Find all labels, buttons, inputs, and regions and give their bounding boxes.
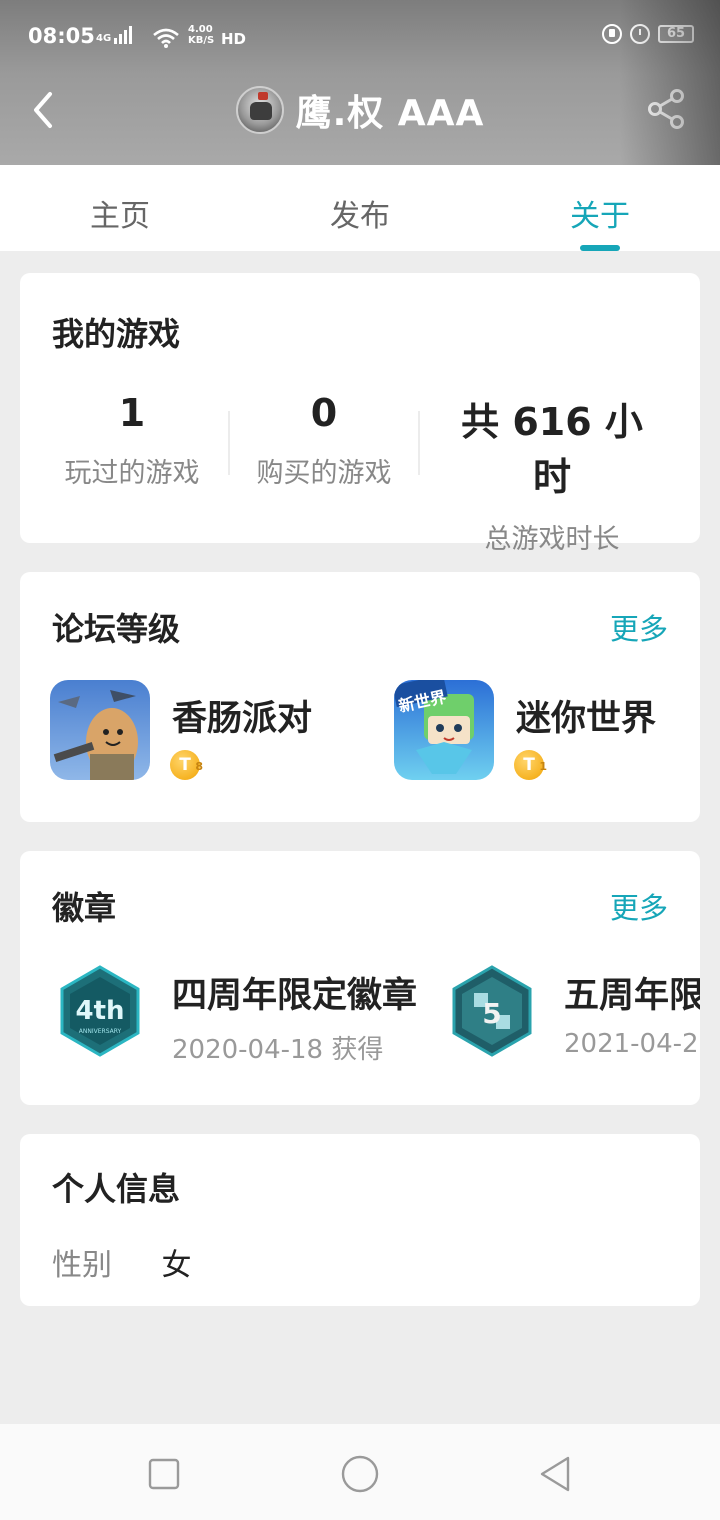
share-icon[interactable] bbox=[646, 88, 688, 130]
played-games-label: 玩过的游戏 bbox=[64, 458, 200, 489]
wifi-icon bbox=[153, 28, 179, 48]
profile-title-group: 鹰.权 AAA bbox=[0, 84, 720, 136]
forum-game-name: 香肠派对 bbox=[172, 699, 313, 739]
my-games-card: 我的游戏 1 玩过的游戏 0 购买的游戏 共 616 小时 总游戏时长 bbox=[20, 273, 700, 555]
tab-about[interactable]: 关于 bbox=[480, 165, 720, 251]
network-type: 4G bbox=[96, 33, 112, 44]
anniversary-5th-badge-icon: 5 bbox=[452, 965, 532, 1057]
played-games-stat[interactable]: 1 玩过的游戏 bbox=[62, 391, 202, 490]
cellular-signal-icon: 4G bbox=[96, 26, 133, 44]
forum-level-title: 论坛等级 bbox=[52, 610, 181, 648]
personal-info-title: 个人信息 bbox=[52, 1170, 181, 1208]
level-badge-icon: T 8 bbox=[170, 750, 203, 780]
personal-info-card: 个人信息 性别 女 bbox=[20, 1134, 700, 1306]
gender-value: 女 bbox=[161, 1248, 192, 1283]
forum-level-card: 论坛等级 更多 香肠派对 T 8 新世界 迷你世界 T 1 bbox=[20, 572, 700, 822]
hd-indicator: HD bbox=[221, 30, 247, 48]
badge-name: 五周年限 bbox=[564, 976, 700, 1016]
forum-level-more-link[interactable]: 更多 bbox=[610, 606, 668, 648]
gender-row: 性别 女 bbox=[52, 1240, 192, 1284]
level-badge-icon: T 1 bbox=[514, 750, 547, 780]
tab-posts[interactable]: 发布 bbox=[240, 165, 480, 251]
status-time: 08:05 bbox=[28, 24, 95, 48]
badge-date: 2021-04-20 bbox=[564, 1029, 700, 1059]
total-playtime-label: 总游戏时长 bbox=[484, 524, 620, 555]
svg-text:4th: 4th bbox=[75, 996, 124, 1026]
playtime-stat: 共 616 小时 总游戏时长 bbox=[444, 391, 660, 556]
forum-item-sausage-party[interactable]: 香肠派对 T 8 bbox=[50, 680, 370, 790]
badge-item-5th-anniversary[interactable]: 5 五周年限 2021-04-20 bbox=[444, 963, 700, 1073]
badges-card: 徽章 更多 4th ANNIVERSARY 四周年限定徽章 2020-04-18… bbox=[20, 851, 700, 1105]
svg-text:5: 5 bbox=[482, 997, 501, 1030]
forum-item-mini-world[interactable]: 新世界 迷你世界 T 1 bbox=[394, 680, 684, 790]
status-bar: 08:05 4G 4.00 KB/S HD 65 bbox=[28, 22, 694, 52]
purchased-games-label: 购买的游戏 bbox=[256, 458, 392, 489]
badges-title: 徽章 bbox=[52, 889, 117, 927]
svg-text:ANNIVERSARY: ANNIVERSARY bbox=[79, 1028, 122, 1035]
profile-header: 08:05 4G 4.00 KB/S HD 65 鹰.权 AAA bbox=[0, 0, 720, 165]
page-title: 鹰.权 AAA bbox=[295, 93, 485, 134]
level-number: 8 bbox=[195, 760, 203, 773]
back-triangle-icon[interactable] bbox=[536, 1454, 576, 1494]
badge-name: 四周年限定徽章 bbox=[172, 976, 418, 1016]
badge-date: 2020-04-18 获得 bbox=[172, 1035, 384, 1065]
tab-home[interactable]: 主页 bbox=[0, 165, 240, 251]
anniversary-4th-badge-icon: 4th ANNIVERSARY bbox=[60, 965, 140, 1057]
stat-divider bbox=[418, 411, 420, 475]
forum-game-name: 迷你世界 bbox=[516, 699, 657, 739]
total-playtime-value: 共 616 小时 bbox=[461, 400, 643, 499]
badge-item-4th-anniversary[interactable]: 4th ANNIVERSARY 四周年限定徽章 2020-04-18 获得 bbox=[52, 963, 432, 1073]
network-speed: 4.00 KB/S bbox=[188, 24, 215, 46]
purchased-games-stat[interactable]: 0 购买的游戏 bbox=[254, 391, 394, 490]
gender-label: 性别 bbox=[52, 1248, 112, 1283]
home-icon[interactable] bbox=[340, 1454, 380, 1494]
lock-rotation-icon bbox=[602, 24, 622, 44]
stat-divider bbox=[228, 411, 230, 475]
alarm-icon bbox=[630, 24, 650, 44]
recent-apps-icon[interactable] bbox=[144, 1454, 184, 1494]
level-number: 1 bbox=[539, 760, 547, 773]
badges-more-link[interactable]: 更多 bbox=[610, 885, 668, 927]
my-games-title: 我的游戏 bbox=[52, 315, 181, 353]
avatar[interactable] bbox=[235, 86, 284, 134]
played-games-count: 1 bbox=[118, 391, 146, 435]
sausage-party-game-icon bbox=[50, 680, 150, 780]
purchased-games-count: 0 bbox=[310, 391, 338, 435]
system-navigation-bar bbox=[0, 1424, 720, 1520]
battery-indicator: 65 bbox=[658, 25, 694, 43]
game-stats: 1 玩过的游戏 0 购买的游戏 共 616 小时 总游戏时长 bbox=[20, 391, 700, 555]
profile-tabs: 主页 发布 关于 bbox=[0, 165, 720, 251]
